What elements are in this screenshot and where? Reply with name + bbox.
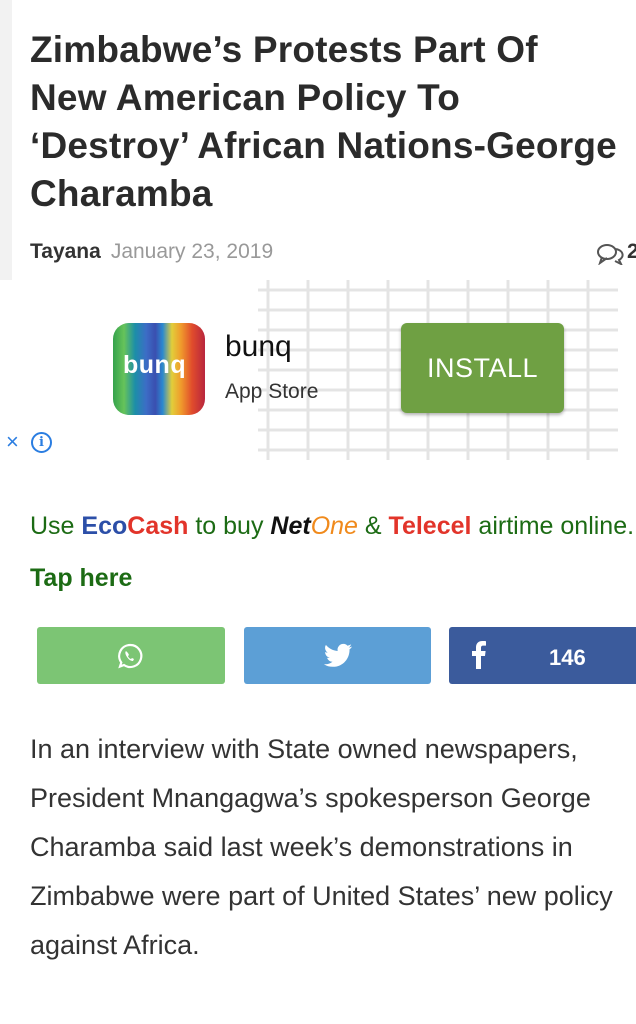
article-meta: Tayana January 23, 2019 (30, 240, 273, 264)
comments-count[interactable]: 2 (627, 240, 636, 264)
facebook-share-count: 146 (549, 645, 586, 670)
whatsapp-icon (118, 643, 143, 669)
comments-icon[interactable] (596, 243, 626, 265)
twitter-share-button[interactable] (244, 627, 431, 684)
ecocash-brand-cash: Cash (127, 512, 189, 540)
promo-text: & (357, 512, 389, 540)
bunq-app-icon[interactable]: bunq (113, 323, 205, 415)
facebook-icon (472, 641, 486, 669)
install-button[interactable]: INSTALL (401, 323, 564, 413)
promo-text: to buy (188, 512, 271, 540)
promo-text: Use (30, 512, 82, 540)
ad-info-icon[interactable]: i (31, 432, 52, 453)
article-body: In an interview with State owned newspap… (30, 734, 613, 960)
ad-banner[interactable]: bunq bunq App Store INSTALL × i (0, 280, 636, 460)
ecocash-promo[interactable]: Use EcoCash to buy NetOne & Telecel airt… (30, 500, 636, 604)
article-title: Zimbabwe’s Protests Part Of New American… (30, 29, 617, 214)
whatsapp-share-button[interactable] (37, 627, 225, 684)
ad-close-icon[interactable]: × (6, 430, 19, 454)
ecocash-brand-eco: Eco (81, 512, 128, 540)
app-icon-label: bunq (123, 351, 187, 379)
facebook-share-button[interactable]: 146 (449, 627, 636, 684)
publish-date: January 23, 2019 (110, 240, 274, 263)
left-border (0, 0, 12, 280)
telecel-brand: Telecel (388, 512, 472, 540)
tap-here-link[interactable]: Tap here (30, 564, 132, 592)
promo-text: airtime online. (471, 512, 635, 540)
netone-brand-one: One (310, 512, 358, 540)
twitter-icon (323, 643, 352, 667)
ad-store-name: App Store (225, 380, 319, 403)
ad-app-name[interactable]: bunq (225, 330, 292, 364)
netone-brand-net: Net (270, 512, 311, 540)
author-link[interactable]: Tayana (30, 240, 101, 263)
